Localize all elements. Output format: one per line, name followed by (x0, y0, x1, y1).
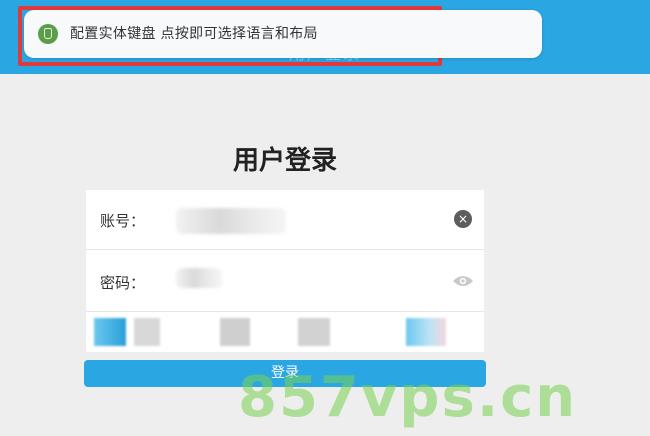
login-form: 账号： × 密码： (86, 190, 484, 352)
password-label: 密码： (100, 274, 146, 292)
notification-text: 配置实体键盘 点按即可选择语言和布局 (70, 26, 318, 42)
account-label: 账号： (100, 212, 146, 230)
watermark: 857vps.cn (238, 365, 578, 430)
captcha-fragment (406, 318, 446, 346)
eye-icon[interactable] (452, 274, 474, 288)
captcha-row[interactable] (86, 312, 484, 352)
account-field[interactable] (176, 208, 286, 234)
keyboard-notification[interactable]: 配置实体键盘 点按即可选择语言和布局 (24, 10, 542, 58)
password-field[interactable] (176, 268, 222, 288)
captcha-fragment (220, 318, 250, 346)
page-title: 用户登录 (232, 146, 337, 176)
account-row: 账号： × (86, 190, 484, 250)
captcha-fragment (94, 318, 126, 346)
captcha-fragment (134, 318, 160, 346)
keyboard-settings-icon (38, 24, 58, 44)
password-row: 密码： (86, 250, 484, 312)
clear-icon[interactable]: × (454, 210, 472, 228)
captcha-fragment (298, 318, 330, 346)
